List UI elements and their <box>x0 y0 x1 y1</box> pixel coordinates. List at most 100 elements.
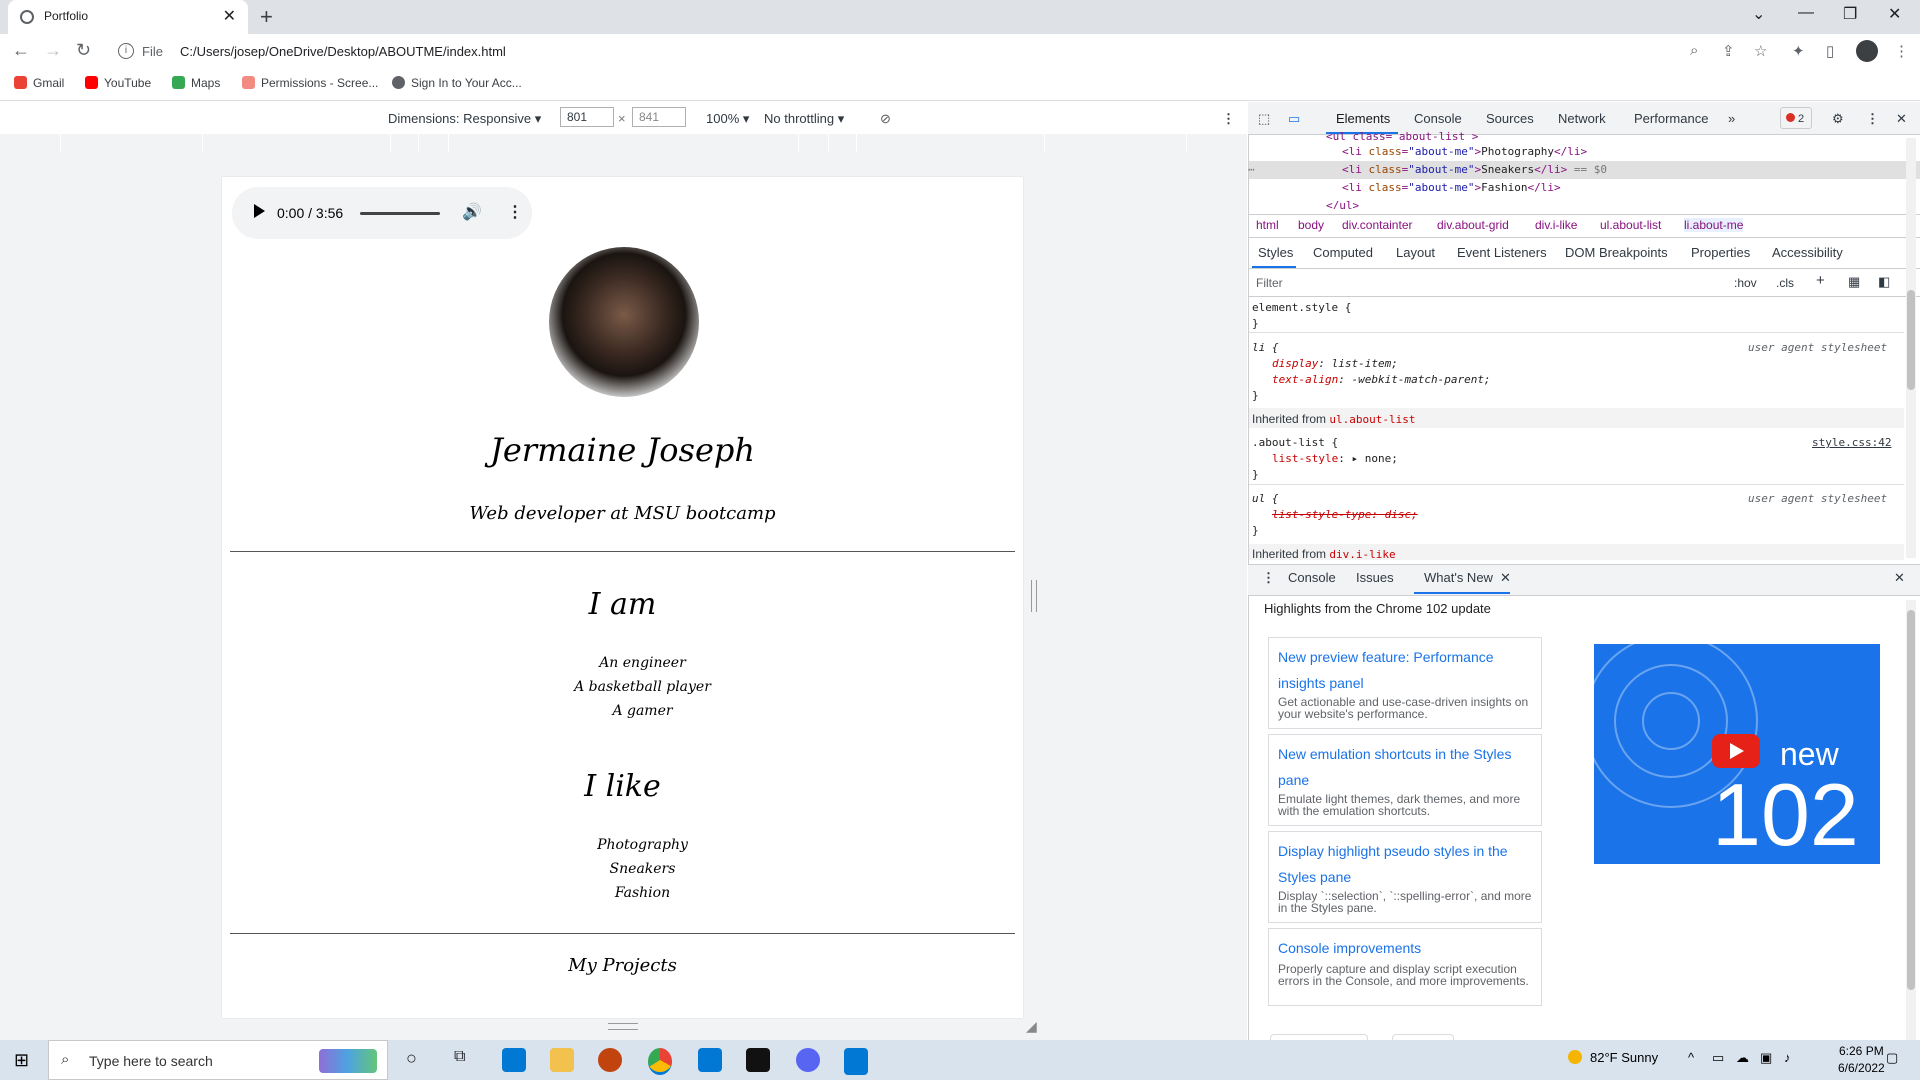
monitor-icon[interactable]: ▣ <box>1760 1050 1772 1066</box>
subtab-properties[interactable]: Properties <box>1691 245 1750 260</box>
more-tabs-icon[interactable]: » <box>1728 111 1735 126</box>
bookmark-maps[interactable]: Maps <box>172 76 220 90</box>
close-tab-icon[interactable]: ✕ <box>223 6 236 26</box>
speaker-icon[interactable]: ♪ <box>1784 1050 1791 1065</box>
error-count-badge[interactable]: 2 <box>1780 107 1812 129</box>
breadcrumb-item[interactable]: div.i-like <box>1535 218 1577 232</box>
volume-icon[interactable]: 🔊 <box>462 202 482 222</box>
element-style-rule[interactable]: element.style { <box>1252 301 1351 314</box>
side-panel-icon[interactable]: ▯ <box>1826 42 1834 60</box>
breadcrumb-item-selected[interactable]: li.about-me <box>1684 218 1744 232</box>
subtab-event-listeners[interactable]: Event Listeners <box>1457 245 1547 260</box>
whats-new-card[interactable]: New preview feature: Performance insight… <box>1268 637 1542 729</box>
dom-line-li[interactable]: <li class="about-me">Photography</li> <box>1342 145 1587 158</box>
subtab-layout[interactable]: Layout <box>1396 245 1435 260</box>
tab-elements[interactable]: Elements <box>1336 111 1390 126</box>
task-view-icon[interactable]: ⧉ <box>454 1048 465 1066</box>
media-query-ruler[interactable] <box>0 134 1247 153</box>
subtab-dom-breakpoints[interactable]: DOM Breakpoints <box>1565 245 1668 260</box>
device-more-icon[interactable]: ⋮ <box>1222 111 1235 127</box>
device-toggle-icon[interactable]: ▭ <box>1288 111 1300 127</box>
address-bar[interactable]: i File C:/Users/josep/OneDrive/Desktop/A… <box>110 38 1700 66</box>
dom-ellipsis-icon[interactable]: ⋯ <box>1248 163 1255 176</box>
breadcrumb-item[interactable]: div.about-grid <box>1437 218 1509 232</box>
tab-performance[interactable]: Performance <box>1634 111 1708 126</box>
expand-triangle-icon[interactable]: ▸ <box>1351 452 1358 465</box>
throttling-select[interactable]: No throttling ▾ <box>764 111 844 127</box>
microsoft-store-icon[interactable] <box>502 1048 526 1072</box>
taskbar-search[interactable]: ⌕ Type here to search <box>48 1040 388 1080</box>
height-input[interactable]: 841 <box>632 107 686 127</box>
notifications-icon[interactable]: ▢ <box>1886 1050 1898 1066</box>
drawer-tab-close-icon[interactable]: ✕ <box>1500 570 1511 586</box>
extensions-icon[interactable]: ✦ <box>1792 42 1805 60</box>
drawer-menu-icon[interactable]: ⋮ <box>1262 570 1275 586</box>
tab-console[interactable]: Console <box>1414 111 1462 126</box>
audio-player[interactable]: 0:00 / 3:56 🔊 ⋮ <box>232 187 532 239</box>
card-title-link[interactable]: Console improvements <box>1278 935 1533 961</box>
profile-avatar[interactable] <box>1856 40 1878 62</box>
drawer-scrollbar-thumb[interactable] <box>1907 610 1915 990</box>
audio-more-icon[interactable]: ⋮ <box>507 202 523 222</box>
styles-scrollbar-thumb[interactable] <box>1907 290 1915 390</box>
restore-icon[interactable]: ❐ <box>1843 4 1857 24</box>
tab-sources[interactable]: Sources <box>1486 111 1534 126</box>
network-icon[interactable]: ☁ <box>1736 1050 1749 1066</box>
weather-widget[interactable]: 82°F Sunny <box>1568 1050 1658 1065</box>
forward-icon[interactable]: → <box>44 40 62 61</box>
breadcrumb-item[interactable]: ul.about-list <box>1600 218 1661 232</box>
dom-line-ul-close[interactable]: </ul> <box>1326 199 1359 209</box>
subtab-accessibility[interactable]: Accessibility <box>1772 245 1843 260</box>
dimensions-select[interactable]: Dimensions: Responsive ▾ <box>388 111 541 127</box>
viewport-resize-handle-bottom[interactable] <box>608 1023 638 1030</box>
dom-line-li[interactable]: <li class="about-me">Fashion</li> <box>1342 181 1561 194</box>
minimize-icon[interactable]: — <box>1798 4 1814 22</box>
bookmark-youtube[interactable]: YouTube <box>85 76 151 90</box>
bookmark-gmail[interactable]: Gmail <box>14 76 64 90</box>
chrome-menu-icon[interactable]: ⋮ <box>1894 42 1909 60</box>
whats-new-card[interactable]: Display highlight pseudo styles in the S… <box>1268 831 1542 923</box>
tab-network[interactable]: Network <box>1558 111 1606 126</box>
subtab-computed[interactable]: Computed <box>1313 245 1373 260</box>
tab-search-chevron-icon[interactable]: ⌄ <box>1752 4 1765 24</box>
zoom-select[interactable]: 100% ▾ <box>706 111 749 127</box>
firefox-like-icon[interactable] <box>598 1048 622 1072</box>
battery-icon[interactable]: ▭ <box>1712 1050 1724 1066</box>
file-explorer-icon[interactable] <box>550 1048 574 1072</box>
address-url[interactable]: C:/Users/josep/OneDrive/Desktop/ABOUTME/… <box>180 44 506 59</box>
li-rule-selector[interactable]: li { <box>1252 341 1279 354</box>
css-declaration[interactable]: list-style: ▸ none; <box>1272 452 1398 465</box>
app-icon[interactable] <box>746 1048 770 1072</box>
reload-icon[interactable]: ↻ <box>76 40 91 61</box>
settings-gear-icon[interactable]: ⚙ <box>1832 111 1844 127</box>
cortana-icon[interactable]: ○ <box>406 1048 417 1069</box>
card-title-link[interactable]: Display highlight pseudo styles in the S… <box>1278 838 1533 890</box>
inspect-element-icon[interactable]: ⬚ <box>1258 111 1270 127</box>
new-rule-icon[interactable]: + <box>1816 272 1825 289</box>
style-css-link[interactable]: style.css:42 <box>1812 436 1891 449</box>
about-list-rule-selector[interactable]: .about-list { <box>1252 436 1338 449</box>
breadcrumb-item[interactable]: html <box>1256 218 1279 232</box>
devtools-menu-icon[interactable]: ⋮ <box>1866 111 1879 127</box>
devtools-close-icon[interactable]: ✕ <box>1896 111 1907 127</box>
mail-icon[interactable] <box>698 1048 722 1072</box>
audio-progress-track[interactable] <box>360 212 440 215</box>
drawer-tab-console[interactable]: Console <box>1288 570 1336 585</box>
viewport-resize-handle-right[interactable] <box>1031 580 1037 612</box>
breadcrumb-item[interactable]: body <box>1298 218 1324 232</box>
new-tab-button[interactable]: + <box>260 4 273 30</box>
styles-filter-input[interactable]: Filter <box>1256 276 1283 290</box>
discord-icon[interactable] <box>796 1048 820 1072</box>
inherited-from-link[interactable]: ul.about-list <box>1329 413 1415 426</box>
drawer-tab-whats-new[interactable]: What's New <box>1424 570 1493 585</box>
dom-line-ul[interactable]: <ul class= about-list > <box>1326 130 1478 143</box>
breadcrumb-item[interactable]: div.containter <box>1342 218 1412 232</box>
play-icon[interactable] <box>254 204 265 218</box>
viewport-resize-corner-icon[interactable]: ◢ <box>1026 1018 1037 1035</box>
info-icon[interactable]: i <box>118 43 134 59</box>
whats-new-card[interactable]: New emulation shortcuts in the Styles pa… <box>1268 734 1542 826</box>
whats-new-card[interactable]: Console improvements Properly capture an… <box>1268 928 1542 1006</box>
inherited-from-link[interactable]: div.i-like <box>1329 548 1395 560</box>
paint-icon[interactable]: ▦ <box>1848 274 1860 290</box>
css-declaration[interactable]: text-align: -webkit-match-parent; <box>1272 373 1491 386</box>
